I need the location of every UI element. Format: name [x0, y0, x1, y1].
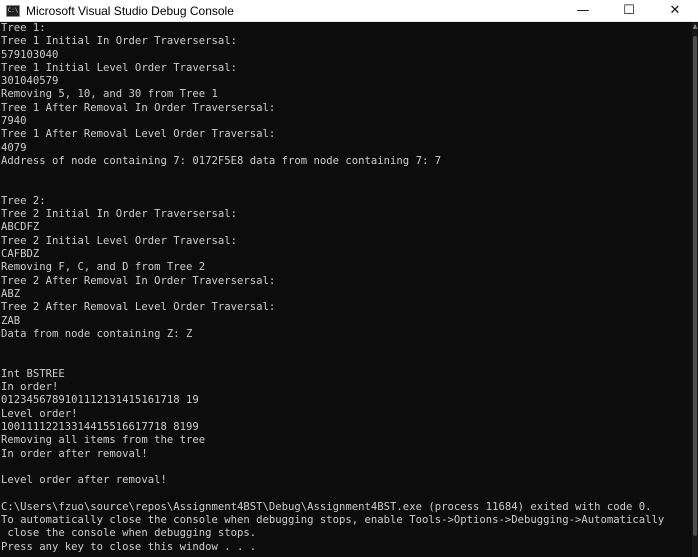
console-line: CAFBDZ — [1, 248, 40, 261]
title-bar[interactable]: C:\ Microsoft Visual Studio Debug Consol… — [0, 0, 698, 22]
console-line: Tree 1 Initial In Order Traversersal: — [1, 35, 237, 48]
console-line: To automatically close the console when … — [1, 513, 665, 526]
console-line: 4079 — [1, 141, 27, 154]
console-line: Tree 2 Initial Level Order Traversal: — [1, 234, 237, 247]
console-line: Tree 1 Initial Level Order Traversal: — [1, 61, 237, 74]
maximize-button[interactable]: ☐ — [606, 0, 652, 22]
console-line: In order! — [1, 381, 59, 394]
minimize-icon: — — [576, 3, 590, 18]
console-line: In order after removal! — [1, 447, 148, 460]
console-line: Tree 1 After Removal In Order Traversers… — [1, 101, 276, 114]
console-line: Tree 2 After Removal Level Order Travers… — [1, 301, 276, 314]
console-line: Tree 2: — [1, 194, 46, 207]
console-line: Tree 1 After Removal Level Order Travers… — [1, 128, 276, 141]
minimize-button[interactable]: — — [560, 0, 606, 22]
scrollbar-thumb[interactable] — [693, 36, 697, 536]
close-button[interactable]: ✕ — [652, 0, 698, 22]
console-line: 301040579 — [1, 75, 59, 88]
console-output[interactable]: Tree 1: Tree 1 Initial In Order Traverser… — [0, 22, 692, 557]
console-line: Removing F, C, and D from Tree 2 — [1, 261, 206, 274]
console-line: C:\Users\fzuo\source\repos\Assignment4BS… — [1, 500, 652, 513]
maximize-icon: ☐ — [623, 3, 635, 18]
console-line: Tree 1: — [1, 22, 46, 34]
close-icon: ✕ — [669, 3, 681, 18]
window-title: Microsoft Visual Studio Debug Console — [26, 3, 234, 18]
console-line: Tree 2 Initial In Order Traversersal: — [1, 208, 237, 221]
scroll-up-icon[interactable]: ▲ — [692, 22, 698, 32]
console-line: close the console when debugging stops. — [1, 527, 257, 540]
console-line: Level order after removal! — [1, 474, 167, 487]
console-line: 579103040 — [1, 48, 59, 61]
console-line: ABZ — [1, 287, 21, 300]
vertical-scrollbar[interactable] — [692, 22, 698, 557]
console-line: Tree 2 After Removal In Order Traversers… — [1, 274, 276, 287]
console-line: Press any key to close this window . . . — [1, 540, 257, 553]
console-line: Level order! — [1, 407, 78, 420]
console-line: 7940 — [1, 115, 27, 128]
console-app-icon[interactable]: C:\ — [6, 4, 20, 17]
console-line: 0123456789101112131415161718 19 — [1, 394, 199, 407]
console-line: Int BSTREE — [1, 367, 65, 380]
console-line: Address of node containing 7: 0172F5E8 d… — [1, 154, 442, 167]
console-line: 10011112213314415516617718 8199 — [1, 420, 199, 433]
console-line: Removing all items from the tree — [1, 434, 206, 447]
console-line: Removing 5, 10, and 30 from Tree 1 — [1, 88, 218, 101]
console-line: Data from node containing Z: Z — [1, 327, 193, 340]
console-line: ABCDFZ — [1, 221, 40, 234]
console-line: ZAB — [1, 314, 21, 327]
